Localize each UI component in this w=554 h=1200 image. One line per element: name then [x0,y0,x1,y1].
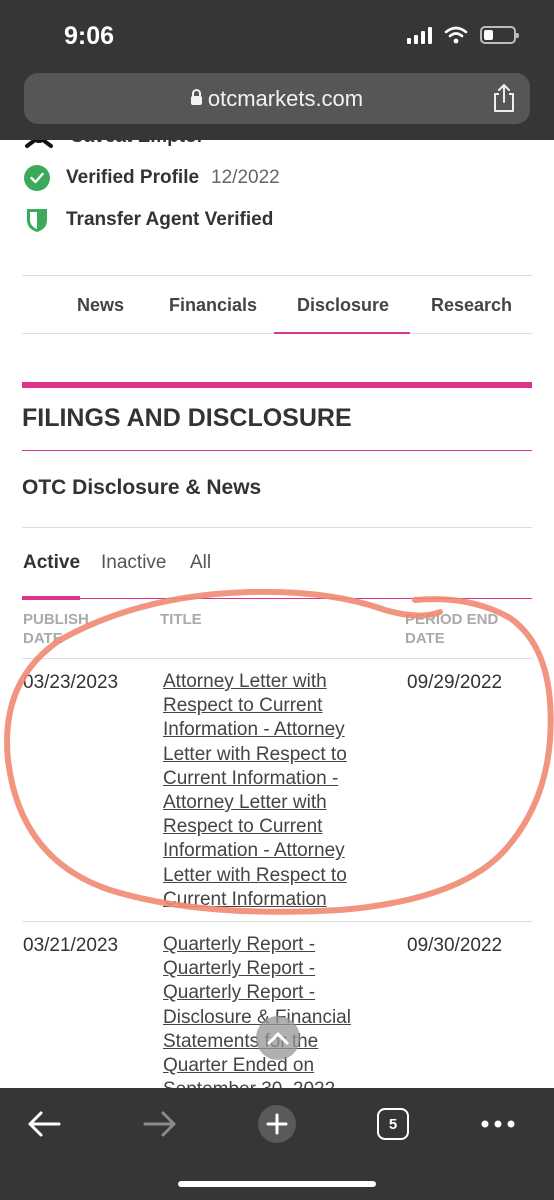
checkmark-icon [24,165,50,191]
row-2-publish-date: 03/21/2023 [23,935,119,956]
more-options-button[interactable] [476,1102,520,1146]
tabs-button[interactable]: 5 [371,1102,415,1146]
section-subtitle: OTC Disclosure & News [22,476,262,499]
status-time: 9:06 [64,22,115,50]
wifi-icon [444,26,468,44]
section-accent-bar [22,382,532,388]
badge-verified-profile: Verified Profile 12/2022 [24,165,280,191]
active-filter-indicator [22,596,80,600]
page-content: Caveat Emptor Verified Profile 12/2022 T… [0,140,554,1088]
share-icon[interactable] [490,83,518,113]
address-bar[interactable]: otcmarkets.com [24,73,530,124]
tab-disclosure[interactable]: Disclosure [297,295,389,316]
tab-financials[interactable]: Financials [169,295,257,316]
badge-caveat-emptor: Caveat Emptor [24,140,204,150]
filter-all[interactable]: All [190,552,211,574]
column-header-title[interactable]: TITLE [160,610,202,629]
section-title: FILINGS AND DISCLOSURE [22,404,352,432]
row-1-publish-date: 03/23/2023 [23,672,119,693]
new-tab-button[interactable] [255,1102,299,1146]
row-2-title-link[interactable]: Quarterly Report - Quarterly Report - Qu… [163,933,378,1088]
divider [22,658,532,659]
badge-label: Verified Profile [66,167,200,188]
divider [22,275,532,276]
row-2-period-end-date: 09/30/2022 [407,935,503,956]
url-text: otcmarkets.com [207,86,364,111]
divider [22,527,532,528]
active-tab-indicator [274,332,410,334]
badge-label: Caveat Emptor [70,140,204,148]
divider [22,450,532,451]
forward-arrow-icon [143,1111,176,1137]
home-indicator [178,1181,376,1187]
plus-icon [258,1105,296,1143]
scroll-to-top-button[interactable] [256,1016,300,1060]
column-header-period-end-date[interactable]: PERIOD END DATE [405,610,525,648]
back-button[interactable] [22,1102,66,1146]
divider [22,598,532,599]
status-icons [407,26,519,44]
badge-label: Transfer Agent Verified [66,209,274,230]
tab-research[interactable]: Research [431,295,512,316]
shield-icon [27,209,47,232]
tabs-count-icon: 5 [377,1108,409,1140]
battery-icon [480,26,519,44]
cellular-signal-icon [407,26,432,44]
back-arrow-icon [28,1111,61,1137]
forward-button[interactable] [138,1102,182,1146]
skull-crossbones-icon [25,140,53,148]
row-1-period-end-date: 09/29/2022 [407,672,503,693]
chevron-up-icon [267,1032,289,1045]
divider [22,921,532,922]
column-header-publish-date[interactable]: PUBLISH DATE [23,610,113,648]
filter-active[interactable]: Active [23,552,80,574]
row-1-title-link[interactable]: Attorney Letter with Respect to Current … [163,670,378,912]
badge-transfer-agent-verified: Transfer Agent Verified [24,207,273,233]
lock-icon [190,89,202,105]
tab-news[interactable]: News [77,295,124,316]
filter-inactive[interactable]: Inactive [101,552,166,574]
badge-date: 12/2022 [211,167,280,188]
ellipsis-icon [481,1120,515,1128]
browser-chrome-top: 9:06 otcmarkets.com [0,0,554,140]
